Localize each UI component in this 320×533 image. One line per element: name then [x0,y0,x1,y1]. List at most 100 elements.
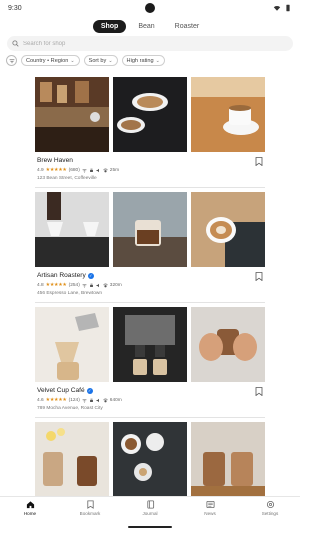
shop-photo-espresso-machine[interactable] [113,307,187,382]
amenity-icons [82,168,108,173]
wifi-icon [82,398,87,402]
shop-photo-cup-on-wooden-table[interactable] [191,77,265,152]
shop-photo-strip[interactable] [35,192,265,267]
shop-name-row[interactable]: Velvet Cup Café ✓ [37,387,93,394]
shop-photo-latte-art-on-laptop[interactable] [191,192,265,267]
shop-review-count: (124) [68,397,80,403]
card-divider [35,417,265,418]
nav-settings[interactable]: Settings [245,500,295,533]
chevron-down-icon: ⌄ [70,57,75,64]
chevron-down-icon: ⌄ [155,57,160,64]
shop-address: 789 Mocha Avenue, Roast City [37,406,103,411]
outlet-icon [89,398,93,402]
wifi-icon [82,168,87,172]
status-time: 9:30 [8,4,22,12]
card-divider [35,187,265,188]
shop-distance: 25m [109,167,120,173]
speaker-icon [96,168,99,172]
battery-icon [286,4,290,12]
shop-photo-strip[interactable] [35,77,265,152]
nav-bookmark[interactable]: Bookmark [65,500,115,533]
speaker-icon [96,398,99,402]
shop-photo-latte-art-cup[interactable] [113,77,187,152]
shop-rating: 4.9 [37,167,44,173]
outlet-icon [89,283,93,287]
nav-label: News [204,511,216,516]
amenity-icons [82,283,108,288]
shop-photo-strip[interactable] [35,422,265,497]
shop-address: 123 Bean Street, Coffeeville [37,176,97,181]
shop-photo-iced-coffee-flowers[interactable] [35,422,109,497]
bookmark-icon [86,500,94,509]
status-icons [273,4,292,12]
search-input[interactable] [23,40,263,47]
shop-photo-coffee-bar-interior[interactable] [35,77,109,152]
home-icon [26,501,34,509]
news-icon [205,500,215,509]
chevron-down-icon: ⌄ [108,57,113,64]
shop-photo-hands-holding-cup[interactable] [191,307,265,382]
shop-address: 456 Espresso Lane, Brewtown [37,291,103,296]
settings-icon [266,500,274,509]
tab-bean[interactable]: Bean [130,20,162,33]
shop-name: Artisan Roastery [37,272,86,279]
nav-journal[interactable]: Journal [125,500,175,533]
status-bar: 9:30 [0,0,300,16]
shop-name-row[interactable]: Brew Haven [37,157,73,164]
filter-button[interactable] [6,55,17,66]
shop-review-count: (680) [68,167,80,173]
speaker-icon [96,283,99,287]
filter-chip-label: Country • Region [26,57,69,64]
star-rating-icon: ★★★★★ [45,167,67,173]
outlet-icon [89,168,93,172]
bookmark-icon[interactable] [255,387,263,396]
filter-chip-label: High rating [126,57,154,64]
pet-friendly-icon [103,398,108,402]
search-bar[interactable] [7,36,293,51]
filter-chip-sort[interactable]: Sort by ⌄ [83,55,118,66]
shop-distance: 320m [109,282,122,288]
nav-label: Bookmark [79,511,101,516]
shop-rating: 4.8 [37,282,44,288]
tab-shop[interactable]: Shop [92,20,127,33]
shop-photo-pour-over-drippers[interactable] [35,192,109,267]
shop-feed[interactable]: Brew Haven 4.9 ★★★★★ (680) 25m 123 Bean … [0,72,300,497]
shop-name-row[interactable]: Artisan Roastery ✓ [37,272,94,279]
shop-meta: 4.8 ★★★★★ (254) 320m [37,282,122,288]
wifi-icon [82,283,87,287]
shop-meta: 4.9 ★★★★★ (680) 25m [37,167,119,173]
journal-icon [146,500,154,509]
wifi-icon [273,5,281,11]
verified-badge-icon: ✓ [87,272,94,279]
bookmark-icon[interactable] [255,157,263,166]
shop-photo-cups-and-cookies[interactable] [113,422,187,497]
shop-photo-iced-coffee-glasses[interactable] [191,422,265,497]
nav-label: Journal [142,511,158,516]
nav-label: Settings [261,511,279,516]
nav-label: Home [23,511,37,516]
shop-photo-coffee-glass[interactable] [113,192,187,267]
nav-home[interactable]: Home [5,500,55,533]
filter-chip-rating[interactable]: High rating ⌄ [121,55,165,66]
filter-row: Country • Region ⌄ Sort by ⌄ High rating ⌄ [6,55,165,66]
pet-friendly-icon [103,283,108,287]
filter-chip-region[interactable]: Country • Region ⌄ [21,55,80,66]
shop-photo-strip[interactable] [35,307,265,382]
camera-cutout [145,3,155,13]
tab-roaster[interactable]: Roaster [167,20,208,33]
shop-rating: 4.6 [37,397,44,403]
nav-news[interactable]: News [185,500,235,533]
bookmark-icon[interactable] [255,272,263,281]
star-rating-icon: ★★★★★ [45,282,67,288]
filter-icon [9,59,14,63]
category-tabs: Shop Bean Roaster [0,20,300,33]
verified-badge-icon: ✓ [86,387,93,394]
card-divider [35,302,265,303]
shop-name: Velvet Cup Café [37,387,85,394]
home-indicator[interactable] [128,526,172,528]
shop-name: Brew Haven [37,157,73,164]
shop-photo-pour-over-kettle[interactable] [35,307,109,382]
search-icon [12,40,19,47]
star-rating-icon: ★★★★★ [45,397,67,403]
filter-chip-label: Sort by [88,57,107,64]
